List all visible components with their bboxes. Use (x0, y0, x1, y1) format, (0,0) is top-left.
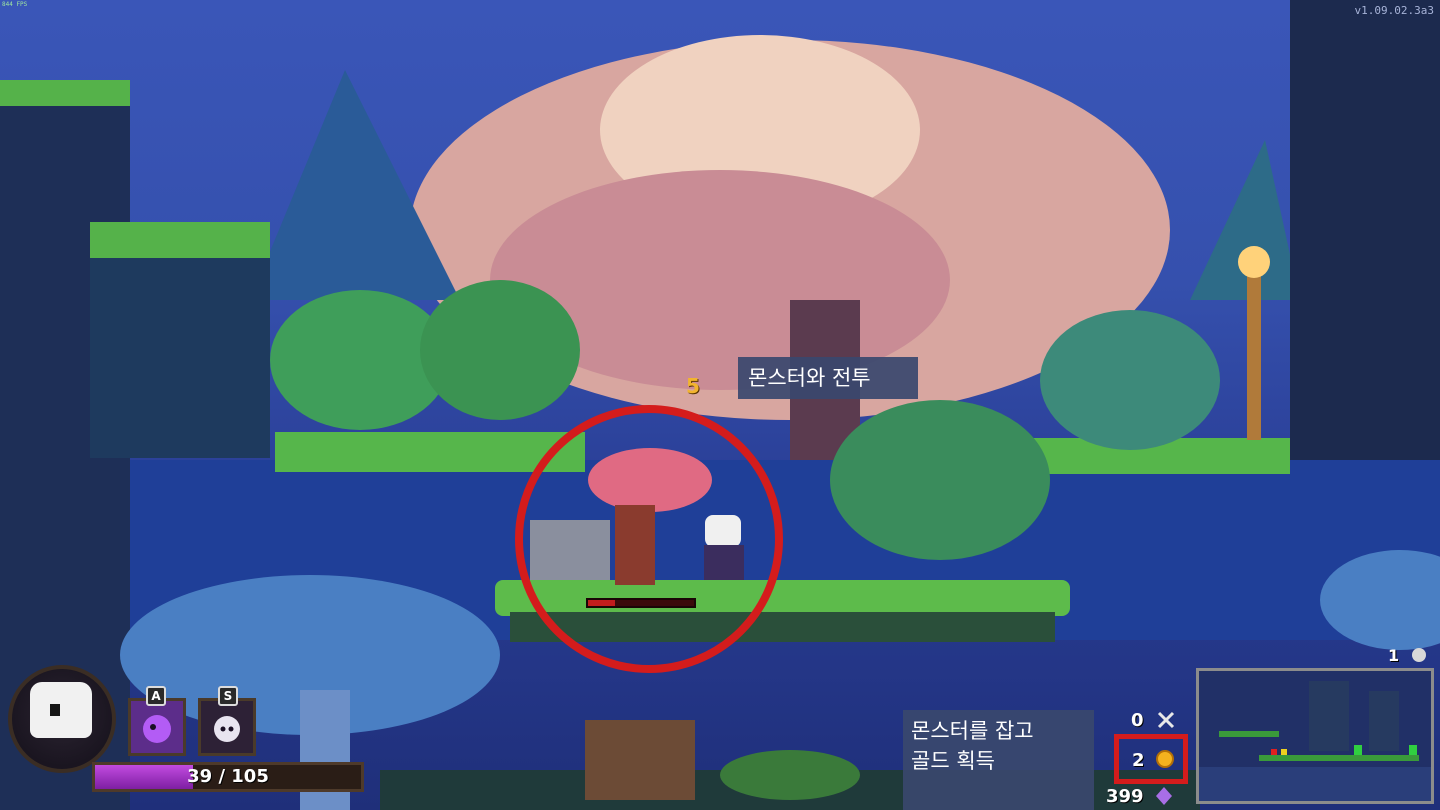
caption-fight: 몬스터와 전투 (738, 357, 918, 399)
skill-key-s: S (218, 686, 238, 706)
fps-counter: 844 FPS (2, 1, 28, 8)
dark-quartz-icon (1156, 787, 1172, 805)
gold-highlight-box (1114, 734, 1188, 784)
enemy-health-bar (586, 598, 696, 608)
caption-gold: 몬스터를 잡고 골드 획득 (903, 710, 1094, 810)
skill-slot-s[interactable] (198, 698, 256, 756)
player-health-text: 39 / 105 (187, 766, 269, 787)
bone-icon (1157, 711, 1175, 729)
purple-skull-skill-icon (143, 715, 171, 743)
minimap-marker (1354, 745, 1362, 755)
minimap-marker (1281, 749, 1287, 755)
skill-slot-a[interactable] (128, 698, 186, 756)
minimap-count: 1 (1388, 646, 1400, 665)
player-health-bar: 39 / 105 (92, 762, 364, 792)
minimap-marker (1409, 745, 1417, 755)
minimap (1196, 668, 1434, 804)
damage-number: 5 (686, 374, 700, 398)
gold-count: 2 (1132, 750, 1145, 771)
skill-key-a: A (146, 686, 166, 706)
skull-counter-icon (1412, 648, 1426, 662)
skull-eye-icon (50, 704, 60, 716)
ghost-skull-skill-icon (214, 716, 240, 742)
bone-count: 0 (1131, 710, 1144, 731)
minimap-terrain (1199, 681, 1431, 801)
combat-highlight-circle (515, 405, 783, 673)
version-label: v1.09.02.3a3 (1354, 4, 1434, 17)
game-scene: 844 FPS v1.09.02.3a3 5 몬스터와 전투 A S 39 / … (0, 0, 1440, 810)
gold-coin-icon (1156, 750, 1174, 768)
minimap-player-marker (1271, 749, 1277, 755)
dark-quartz-count: 399 (1106, 786, 1144, 807)
skull-head-icon (30, 682, 92, 738)
enemy-health-fill (588, 600, 615, 606)
